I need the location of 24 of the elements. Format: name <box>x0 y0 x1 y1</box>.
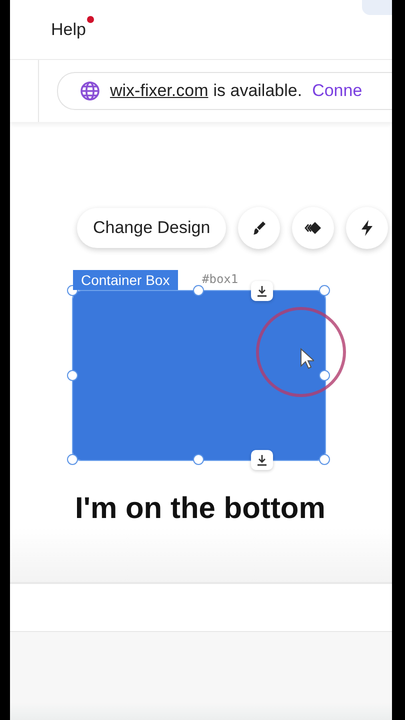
resize-handle[interactable] <box>67 454 78 465</box>
heading: I'm on the bottom <box>75 491 326 527</box>
toolbar-button[interactable] <box>346 207 388 249</box>
menu-item[interactable]: Help <box>51 20 86 38</box>
stretch-button[interactable] <box>251 450 273 470</box>
container-label: Container Box <box>73 270 178 290</box>
resize-handle[interactable] <box>67 370 78 380</box>
toolbar-button[interactable] <box>238 207 280 249</box>
cursor-icon <box>300 348 314 370</box>
toolbar-button[interactable] <box>292 207 334 249</box>
resize-handle[interactable] <box>319 285 330 296</box>
diamond-arrows-icon <box>304 219 322 237</box>
stretch-button[interactable] <box>251 281 273 301</box>
resize-handle[interactable] <box>319 454 330 465</box>
resize-handle[interactable] <box>193 285 204 296</box>
download-icon <box>256 285 268 297</box>
download-icon <box>256 454 268 466</box>
element-id: #box1 <box>202 272 238 286</box>
domain-link[interactable]: wix-fixer.com <box>110 81 208 101</box>
connect-link[interactable]: Conne <box>312 81 362 101</box>
banner-message: is available. <box>213 81 302 101</box>
resize-handle[interactable] <box>193 454 204 465</box>
change-design-button[interactable]: Change Design <box>77 208 226 248</box>
globe-icon <box>80 81 100 101</box>
